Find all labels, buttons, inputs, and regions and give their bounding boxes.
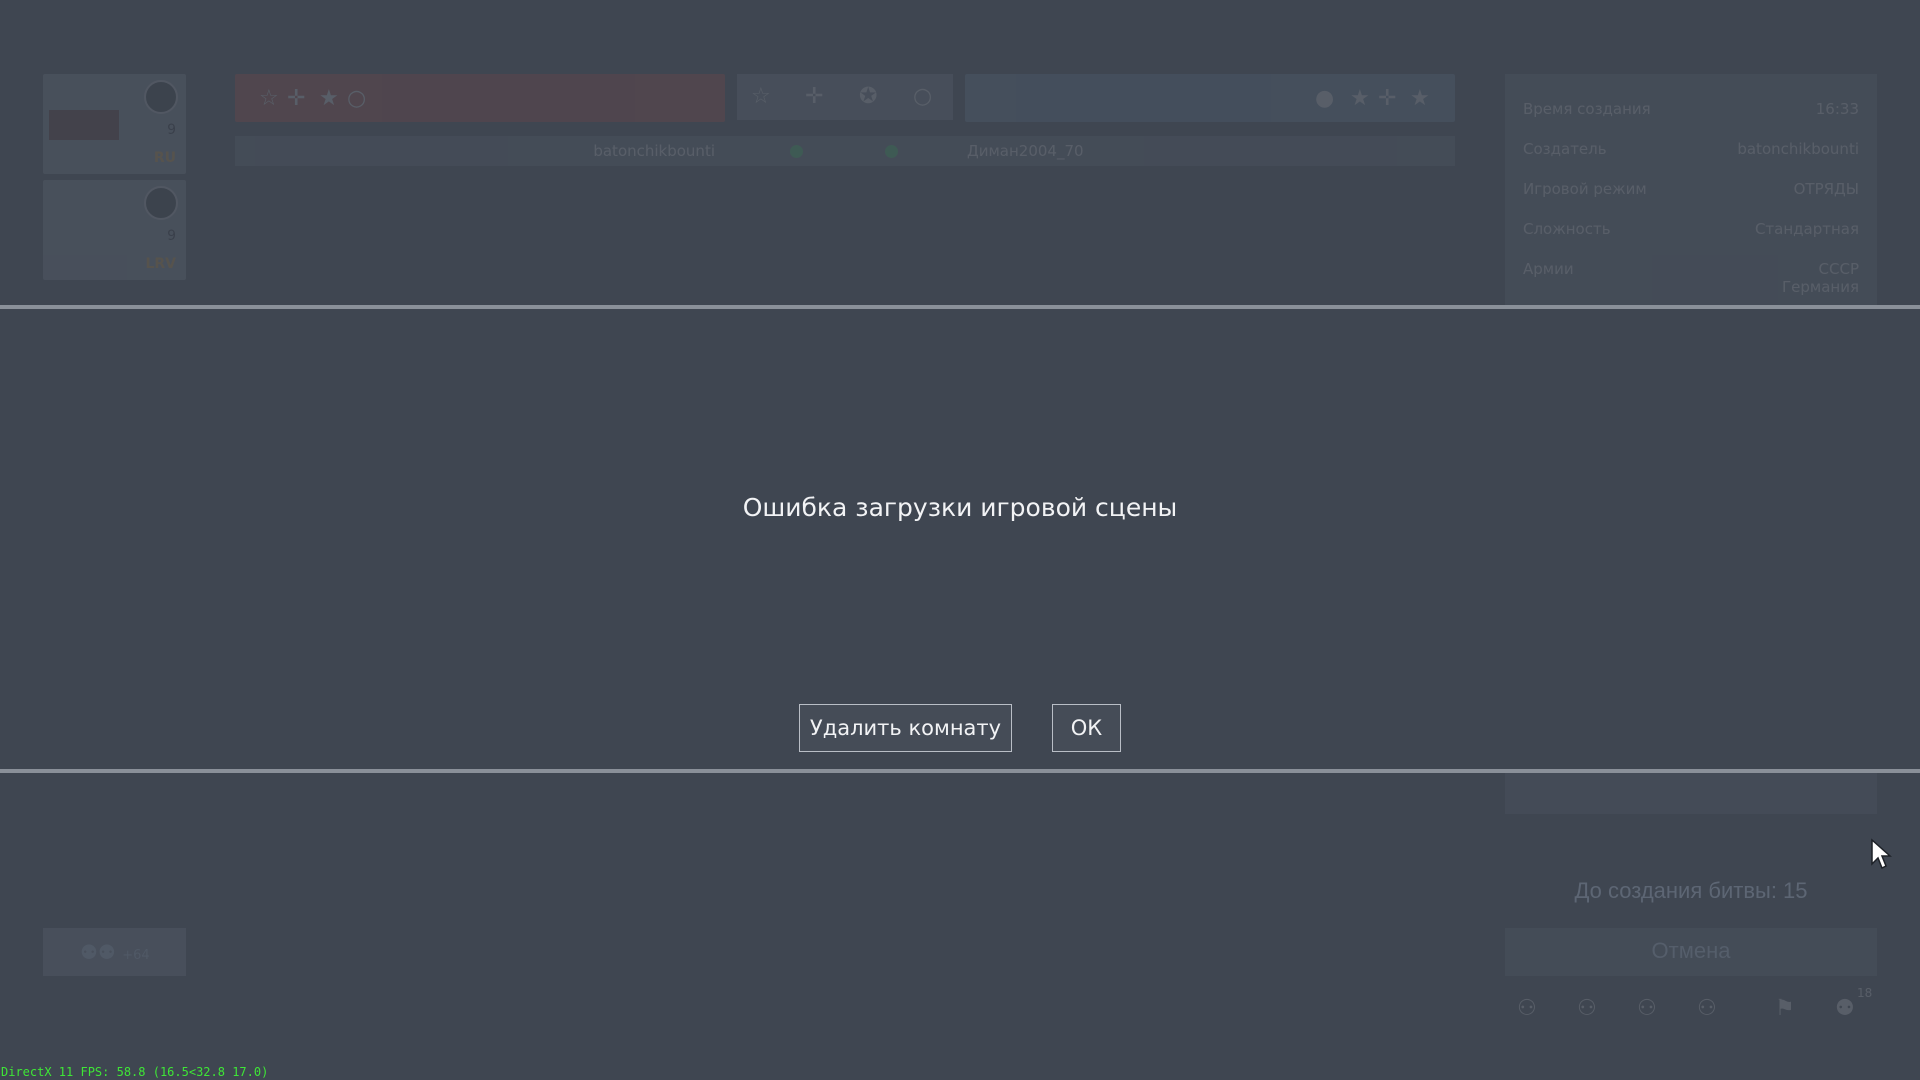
circle-icon: ○ — [347, 86, 367, 111]
cross-icon: ✛ — [287, 86, 306, 111]
player-right: Диман2004_70 — [967, 142, 1084, 160]
room-card: 9 LRV — [43, 180, 186, 280]
cross-icon: ✛ — [805, 84, 824, 109]
info-icon — [144, 186, 178, 220]
info-value: ОТРЯДЫ — [1793, 180, 1859, 198]
flag-icon: ⚑ — [1775, 996, 1795, 1021]
star-red-icon: ★ — [1410, 86, 1430, 111]
info-key: Время создания — [1523, 100, 1651, 118]
room-flag — [49, 110, 119, 140]
cross-icon: ✛ — [1378, 86, 1397, 111]
team-left-bar: ☆ ✛ ★ ○ — [235, 74, 725, 122]
add-friend-icon: ⚇ — [1697, 996, 1717, 1021]
info-value: СССР Германия — [1782, 260, 1859, 296]
room-players: 9 — [167, 122, 176, 138]
group-count-badge: 18 — [1857, 986, 1873, 1000]
info-icon — [144, 80, 178, 114]
info-value: Стандартная — [1754, 220, 1859, 238]
info-key: Игровой режим — [1523, 180, 1647, 198]
ok-button[interactable]: ОК — [1052, 704, 1121, 752]
info-value: 16:33 — [1815, 100, 1859, 118]
circle-icon: ○ — [913, 84, 933, 109]
info-row: Время создания 16:33 — [1523, 100, 1859, 130]
star-icon: ★ — [1350, 86, 1370, 111]
cancel-button: Отмена — [1651, 938, 1731, 963]
star-icon: ★ — [319, 86, 339, 111]
info-key: Армии — [1523, 260, 1574, 278]
player-row: batonchikbounti Диман2004_70 — [235, 136, 1455, 166]
group-icon: ⚉⚉ — [80, 940, 116, 964]
info-row: Создатель batonchikbounti — [1523, 140, 1859, 170]
group-icon: ⚉ — [1835, 996, 1855, 1021]
error-dialog: Ошибка загрузки игровой сцены Удалить ко… — [0, 305, 1920, 773]
invite-friends-label: ⚉⚉ +64 — [80, 940, 150, 964]
star-outline-icon: ☆ — [259, 86, 279, 111]
delete-room-button[interactable]: Удалить комнату — [799, 704, 1012, 752]
player-left: batonchikbounti — [593, 142, 715, 160]
bottom-toolbar: ⚇ ⚇ ⚇ ⚇ ⚑ ⚉ 18 — [1505, 986, 1877, 1032]
star-circle-icon: ✪ — [859, 84, 878, 109]
info-key: Создатель — [1523, 140, 1607, 158]
add-friend-icon: ⚇ — [1577, 996, 1597, 1021]
room-tag: LRV — [145, 256, 176, 272]
ready-dot — [790, 145, 803, 158]
battle-countdown: До создания битвы: 15 — [1574, 878, 1808, 903]
info-row: Сложность Стандартная — [1523, 220, 1859, 250]
error-message: Ошибка загрузки игровой сцены — [742, 493, 1178, 522]
room-players: 9 — [167, 228, 176, 244]
info-key: Сложность — [1523, 220, 1611, 238]
ready-dot — [885, 145, 898, 158]
star-outline-icon: ☆ — [751, 84, 771, 109]
info-value: batonchikbounti — [1737, 140, 1859, 158]
roundel-icon: ● — [1315, 86, 1335, 111]
invite-count: +64 — [122, 948, 150, 963]
team-right-bar: ● ★ ✛ ★ — [965, 74, 1455, 122]
room-card: 9 RU — [43, 74, 186, 174]
room-tag: RU — [153, 150, 176, 166]
add-friend-icon: ⚇ — [1637, 996, 1657, 1021]
info-row: Армии СССР Германия — [1523, 260, 1859, 304]
add-friend-icon: ⚇ — [1517, 996, 1537, 1021]
mouse-cursor-icon — [1871, 838, 1892, 870]
info-row: Игровой режим ОТРЯДЫ — [1523, 180, 1859, 210]
fps-counter: DirectX 11 FPS: 58.8 (16.5<32.8 17.0) — [1, 1065, 269, 1079]
faction-tabs: ☆ ✛ ✪ ○ — [737, 74, 953, 120]
